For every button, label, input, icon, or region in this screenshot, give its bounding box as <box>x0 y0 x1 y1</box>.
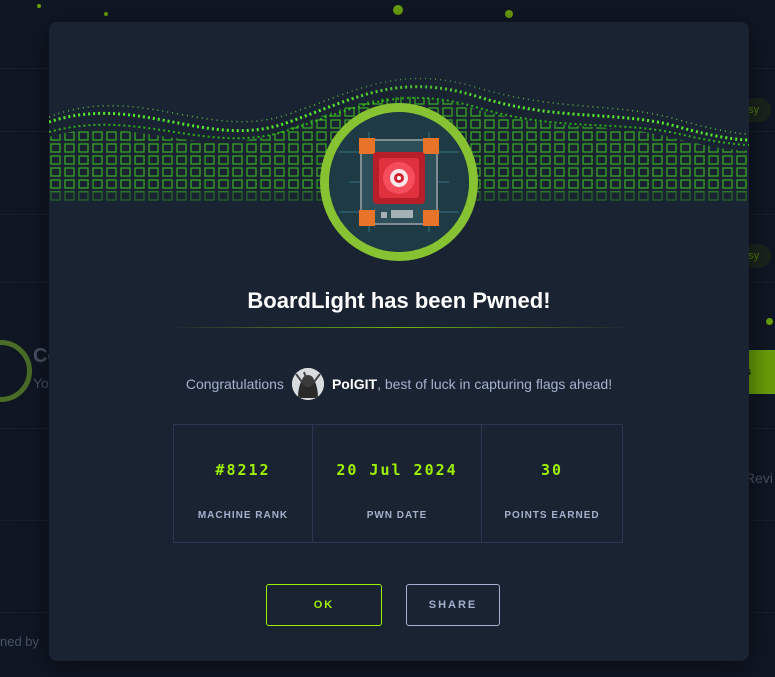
stat-label: POINTS EARNED <box>504 510 600 521</box>
title-divider <box>169 327 629 328</box>
machine-avatar <box>320 103 478 261</box>
stat-label: MACHINE RANK <box>197 510 289 521</box>
stat-machine-rank: #8212 MACHINE RANK <box>174 425 313 542</box>
user-avatar-icon <box>291 368 324 400</box>
congrats-prefix: Congratulations <box>185 376 284 392</box>
stats-table: #8212 MACHINE RANK 20 Jul 2024 PWN DATE … <box>173 424 623 543</box>
stat-value: 30 <box>540 461 564 479</box>
stat-points-earned: 30 POINTS EARNED <box>482 425 622 542</box>
ok-button[interactable]: OK <box>266 584 382 626</box>
congrats-suffix: , best of luck in capturing flags ahead! <box>377 376 613 392</box>
stat-label: PWN DATE <box>366 510 428 521</box>
circuit-board-icon <box>329 112 469 252</box>
congrats-message: Congratulations PolGIT, best of luck in … <box>49 368 749 400</box>
stat-value: 20 Jul 2024 <box>336 461 458 479</box>
stat-pwn-date: 20 Jul 2024 PWN DATE <box>313 425 482 542</box>
page-title: BoardLight has been Pwned! <box>247 288 551 313</box>
pwned-modal: BoardLight has been Pwned! Congratulatio… <box>49 22 749 661</box>
username[interactable]: PolGIT <box>332 376 377 392</box>
share-button[interactable]: SHARE <box>406 584 500 626</box>
stat-value: #8212 <box>215 461 271 479</box>
